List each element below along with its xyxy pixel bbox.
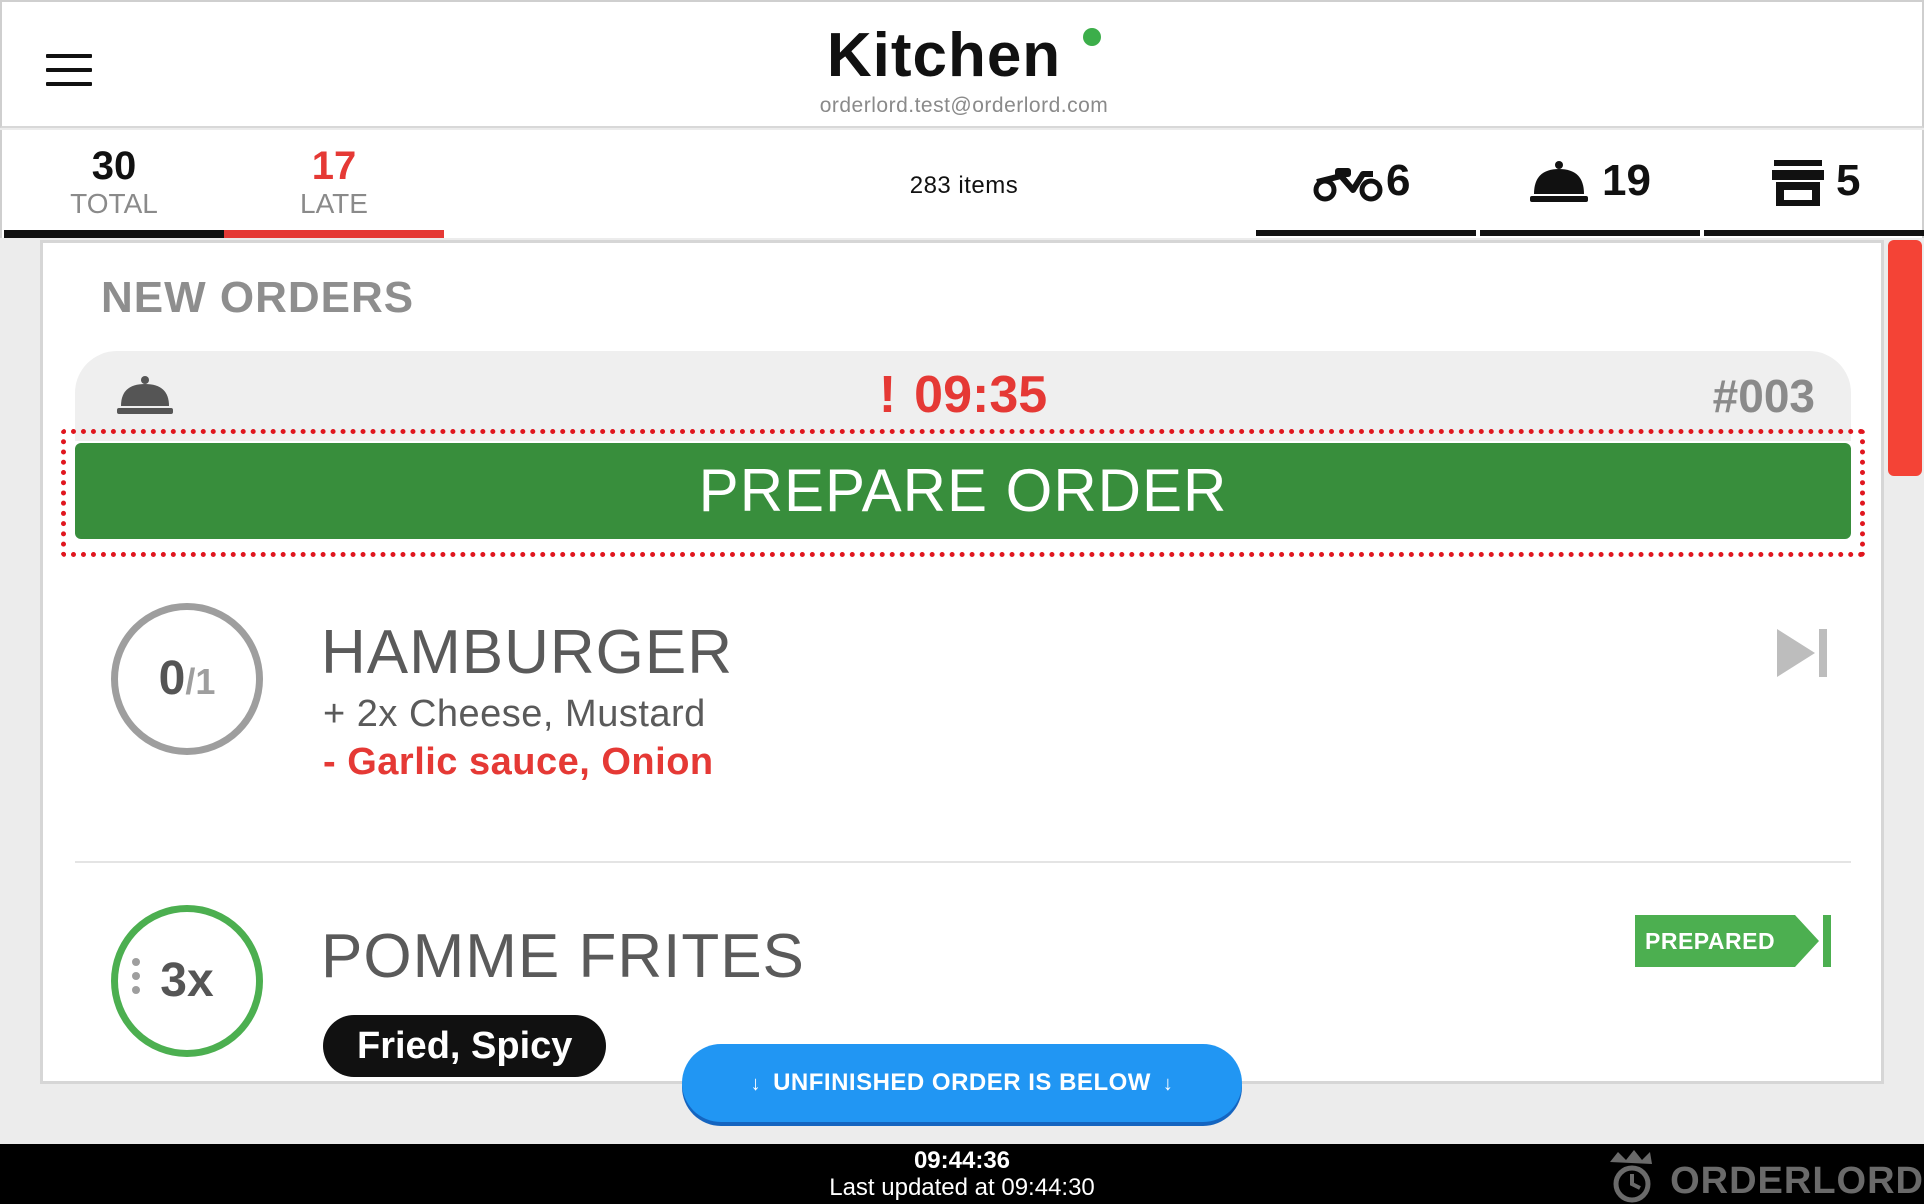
online-status-dot — [1083, 28, 1102, 46]
section-title: NEW ORDERS — [101, 273, 415, 322]
skip-next-icon[interactable] — [1775, 625, 1831, 681]
pickup-count: 5 — [1836, 156, 1861, 205]
unfinished-label: UNFINISHED ORDER IS BELOW — [773, 1069, 1151, 1096]
orders-panel: NEW ORDERS ! 09:35 #003 PREPARE ORDER 0/1… — [40, 240, 1884, 1084]
item-quantity: 3x — [160, 954, 214, 1007]
order-item: 0/1 HAMBURGER + 2x Cheese, Mustard - Gar… — [75, 581, 1851, 863]
tab-underline — [1480, 230, 1700, 236]
crown-clock-icon — [1610, 1150, 1652, 1203]
order-number: #003 — [1712, 370, 1815, 422]
late-alert-icon: ! — [878, 366, 897, 424]
qty-done: 0 — [158, 652, 186, 705]
store-icon — [1772, 160, 1824, 206]
title-area: Kitchen — [2, 20, 1924, 91]
item-progress-circle[interactable]: 0/1 — [111, 603, 263, 755]
scooter-icon — [1313, 168, 1383, 202]
tab-underline — [224, 230, 444, 238]
dine-in-count: 19 — [1602, 156, 1651, 205]
prepared-button[interactable]: PREPARED — [1635, 915, 1831, 967]
tab-pickup-orders[interactable]: 5 — [1704, 130, 1924, 238]
stats-bar: 30 TOTAL 17 LATE 283 items 6 19 5 — [0, 130, 1924, 238]
qty-total: /1 — [185, 661, 216, 702]
tab-delivery-orders[interactable]: 6 — [1256, 130, 1476, 238]
item-quantity-circle[interactable]: 3x — [111, 905, 263, 1057]
arrow-down-icon: ↓ — [1162, 1073, 1174, 1095]
prepared-label: PREPARED — [1645, 928, 1776, 954]
brand-name: ORDERLORD — [1670, 1160, 1924, 1202]
prepare-order-button[interactable]: PREPARE ORDER — [75, 443, 1851, 539]
item-removed-modifiers: - Garlic sauce, Onion — [323, 741, 714, 783]
account-email: orderlord.test@orderlord.com — [819, 94, 1109, 117]
cloche-icon — [1530, 161, 1588, 202]
status-footer: 09:44:36 Last updated at 09:44:30 ORDERL… — [0, 1144, 1924, 1204]
kitchen-screen: Kitchen orderlord.test@orderlord.com 30 … — [0, 0, 1924, 1204]
scrollbar-thumb[interactable] — [1888, 240, 1922, 476]
order-header: ! 09:35 #003 — [75, 351, 1851, 441]
tab-underline — [1256, 230, 1476, 236]
page-title: Kitchen — [826, 21, 1062, 90]
app-header: Kitchen orderlord.test@orderlord.com — [0, 0, 1924, 128]
item-added-modifiers: + 2x Cheese, Mustard — [323, 693, 706, 735]
tab-underline — [4, 230, 224, 238]
drag-handle-icon[interactable] — [132, 958, 140, 1000]
tab-dine-in-orders[interactable]: 19 — [1480, 130, 1700, 238]
unfinished-order-below-button[interactable]: ↓ UNFINISHED ORDER IS BELOW ↓ — [682, 1044, 1242, 1122]
item-name: POMME FRITES — [321, 922, 805, 991]
item-name: HAMBURGER — [321, 618, 734, 687]
tab-underline — [1704, 230, 1924, 236]
arrow-down-icon: ↓ — [750, 1073, 762, 1095]
order-due-time: ! 09:35 — [75, 365, 1851, 425]
order-time-value: 09:35 — [914, 366, 1048, 424]
item-tags-badge: Fried, Spicy — [323, 1015, 607, 1077]
delivery-count: 6 — [1386, 156, 1411, 205]
